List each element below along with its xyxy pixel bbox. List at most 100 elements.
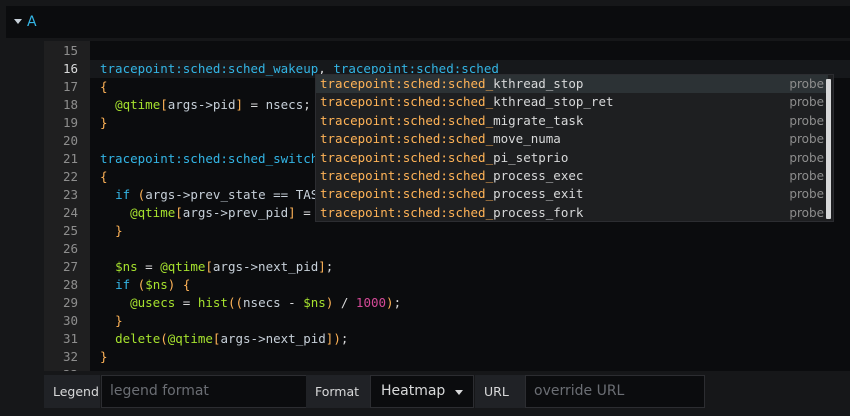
code-token: args->next_pid bbox=[220, 331, 326, 346]
code-token: ]) bbox=[325, 331, 341, 346]
autocomplete-item-kind: probe bbox=[789, 150, 824, 165]
code-token: ( bbox=[160, 331, 168, 346]
code-line[interactable]: } bbox=[100, 312, 123, 330]
query-ref-id[interactable]: A bbox=[27, 14, 37, 30]
autocomplete-rest-text: process_fork bbox=[493, 204, 584, 220]
autocomplete-item-label: tracepoint:sched:sched_move_numa bbox=[320, 130, 561, 148]
autocomplete-item-kind: probe bbox=[789, 77, 824, 91]
autocomplete-item-label: tracepoint:sched:sched_process_exit bbox=[320, 185, 583, 203]
autocomplete-item[interactable]: tracepoint:sched:sched_process_fork probe bbox=[316, 204, 828, 221]
code-token: = bbox=[243, 97, 266, 112]
line-number: 25 bbox=[62, 223, 78, 238]
code-token: { bbox=[100, 169, 108, 184]
code-token: } bbox=[100, 349, 108, 364]
code-token: ; bbox=[303, 97, 311, 112]
code-line[interactable]: } bbox=[100, 114, 108, 132]
autocomplete-match-text: tracepoint:sched:sched_ bbox=[320, 168, 494, 183]
line-number: 20 bbox=[62, 133, 78, 148]
autocomplete-scrollbar[interactable] bbox=[826, 79, 831, 219]
autocomplete-match-text: tracepoint:sched:sched_ bbox=[320, 76, 494, 91]
code-line[interactable]: } bbox=[100, 222, 123, 240]
code-token: [ bbox=[205, 259, 213, 274]
code-line[interactable]: } bbox=[100, 348, 108, 366]
format-label: Format bbox=[306, 375, 370, 408]
code-token: ; bbox=[393, 295, 402, 310]
line-number: 24 bbox=[62, 205, 78, 220]
code-token: { bbox=[100, 79, 108, 94]
autocomplete-item-label: tracepoint:sched:sched_migrate_task bbox=[320, 112, 583, 130]
code-token: = bbox=[175, 295, 198, 310]
autocomplete-item[interactable]: tracepoint:sched:sched_pi_setprio probe bbox=[316, 149, 828, 167]
code-token: } bbox=[115, 313, 123, 328]
autocomplete-match-text: tracepoint:sched:sched_ bbox=[320, 186, 494, 202]
code-token: if bbox=[115, 187, 131, 202]
override-url-placeholder: override URL bbox=[534, 383, 625, 399]
legend-label: Legend bbox=[44, 375, 100, 408]
code-token: [ bbox=[175, 205, 183, 220]
code-token: @qtime bbox=[167, 331, 213, 346]
code-token: ] bbox=[235, 97, 244, 112]
override-url-input[interactable]: override URL bbox=[525, 375, 705, 408]
code-token: { bbox=[182, 277, 191, 292]
line-number: 22 bbox=[62, 169, 78, 184]
autocomplete-item-kind: probe bbox=[789, 132, 824, 147]
code-line[interactable]: tracepoint:sched:sched_switch bbox=[100, 150, 318, 168]
autocomplete-item[interactable]: tracepoint:sched:sched_move_numa probe bbox=[316, 130, 828, 148]
line-number: 18 bbox=[62, 97, 78, 112]
code-token: nsecs bbox=[265, 97, 304, 112]
code-line[interactable]: @qtime[args->pid] = nsecs; bbox=[100, 96, 311, 114]
code-token: args->pid bbox=[167, 97, 236, 112]
autocomplete-item-label: tracepoint:sched:sched_pi_setprio bbox=[320, 149, 568, 167]
code-token: $ns bbox=[145, 277, 168, 292]
autocomplete-item[interactable]: tracepoint:sched:sched_kthread_stop probe bbox=[316, 75, 828, 94]
autocomplete-item-label: tracepoint:sched:sched_kthread_stop bbox=[320, 75, 583, 93]
line-number: 33 bbox=[44, 366, 78, 371]
autocomplete-popup: tracepoint:sched:sched_process_fork probe… bbox=[315, 74, 834, 222]
line-number: 29 bbox=[62, 295, 78, 310]
code-line[interactable]: @qtime[args->prev_pid] = n bbox=[100, 204, 326, 222]
collapse-caret-icon[interactable] bbox=[14, 19, 22, 24]
autocomplete-rest-text: pi_setprio bbox=[493, 149, 569, 165]
code-token: ; bbox=[325, 259, 334, 274]
code-line[interactable]: { bbox=[100, 78, 108, 96]
autocomplete-match-text: tracepoint:sched:sched_ bbox=[320, 204, 494, 220]
format-select[interactable]: Heatmap bbox=[370, 375, 474, 408]
autocomplete-item-kind: probe bbox=[789, 95, 824, 110]
code-token: @qtime bbox=[130, 205, 176, 220]
code-line[interactable]: if ($ns) { bbox=[100, 276, 190, 294]
autocomplete-match-text: tracepoint:sched:sched_ bbox=[320, 131, 494, 147]
line-number: 32 bbox=[62, 349, 78, 364]
code-line[interactable]: $ns = @qtime[args->next_pid]; bbox=[100, 258, 333, 276]
line-number: 17 bbox=[62, 79, 78, 94]
code-line[interactable]: delete(@qtime[args->next_pid]); bbox=[100, 330, 348, 348]
line-number: 16 bbox=[62, 61, 78, 76]
code-token: ) bbox=[386, 295, 394, 310]
code-token: tracepoint:sched:sched_switch bbox=[100, 151, 319, 166]
code-token: @qtime bbox=[115, 97, 161, 112]
chevron-down-icon bbox=[455, 390, 463, 395]
autocomplete-item[interactable]: tracepoint:sched:sched_process_exec probe bbox=[316, 167, 828, 185]
autocomplete-rest-text: kthread_stop_ret bbox=[493, 94, 614, 110]
line-number: 31 bbox=[62, 331, 78, 346]
autocomplete-item[interactable]: tracepoint:sched:sched_migrate_task probe bbox=[316, 112, 828, 130]
code-line[interactable]: { bbox=[100, 168, 108, 186]
autocomplete-item-label: tracepoint:sched:sched_process_exec bbox=[320, 167, 583, 185]
line-number: 30 bbox=[62, 313, 78, 328]
code-token: - bbox=[280, 295, 304, 310]
query-row-header[interactable]: A bbox=[6, 6, 850, 38]
line-number: 19 bbox=[62, 115, 78, 130]
autocomplete-item[interactable]: tracepoint:sched:sched_process_exit probe bbox=[316, 185, 828, 203]
code-line[interactable]: @usecs = hist((nsecs - $ns) / 1000); bbox=[100, 294, 401, 312]
code-line[interactable]: if (args->prev_state == TASK bbox=[100, 186, 326, 204]
autocomplete-rest-text: kthread_stop bbox=[493, 76, 584, 91]
legend-format-placeholder: legend format bbox=[110, 383, 209, 399]
autocomplete-item[interactable]: tracepoint:sched:sched_kthread_stop_ret p… bbox=[316, 93, 828, 111]
code-token: hist bbox=[197, 295, 228, 310]
